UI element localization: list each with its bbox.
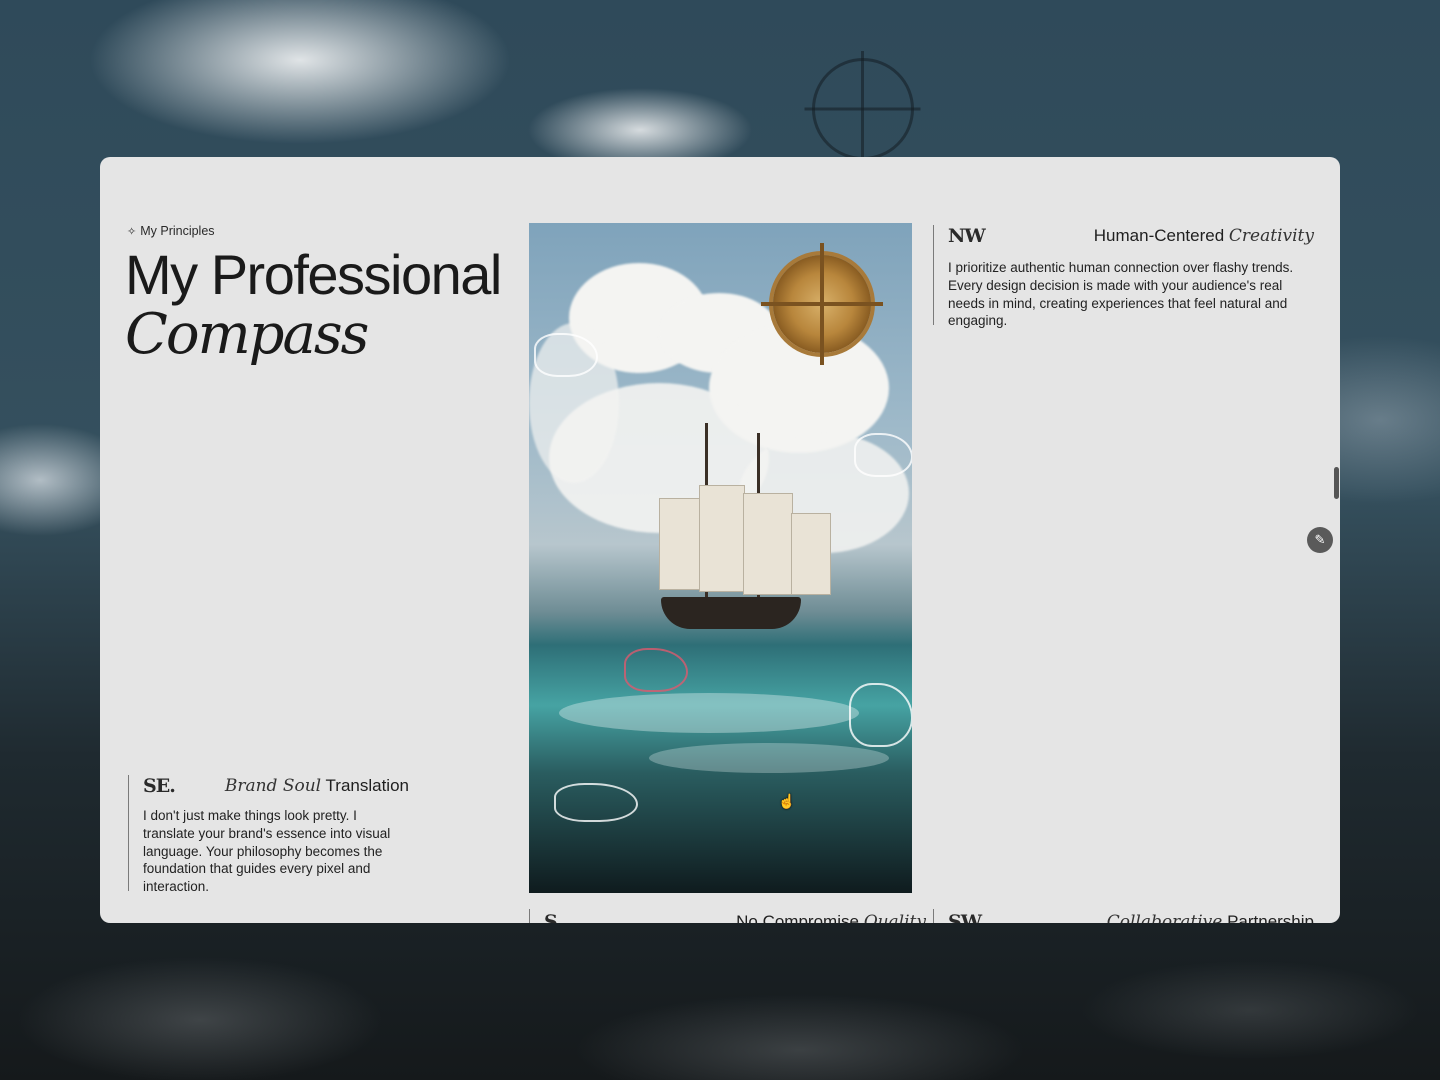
- principles-panel: ✧ My Principles My Professional Compass …: [100, 157, 1340, 923]
- card-title-rest: Partnership: [1227, 912, 1314, 923]
- card-body: I don't just make things look pretty. I …: [143, 808, 391, 895]
- page-title: My Professional Compass: [125, 243, 502, 367]
- card-code: S: [544, 911, 558, 923]
- section-eyebrow: ✧ My Principles: [127, 224, 215, 238]
- card-title: Brand Soul Translation: [225, 776, 409, 796]
- eyebrow-label: My Principles: [140, 224, 215, 238]
- pencil-icon: ✎: [1314, 532, 1326, 547]
- principle-card-s: S No Compromise Quality: [529, 909, 926, 923]
- background-compass-icon: [812, 51, 914, 167]
- card-title-italic: Collaborative: [1106, 912, 1223, 923]
- title-line-1: My Professional: [125, 243, 502, 306]
- card-code: NW: [948, 225, 986, 247]
- card-title-plain: Human-Centered: [1093, 226, 1225, 245]
- title-line-2: Compass: [125, 301, 369, 367]
- card-code: SE.: [143, 775, 176, 797]
- ship-sail: [659, 498, 701, 590]
- card-title-italic: Quality: [863, 912, 926, 923]
- graffiti-tag: [854, 433, 912, 477]
- graffiti-tag: [624, 648, 688, 692]
- card-code: SW: [948, 911, 982, 923]
- ship-hull: [661, 597, 801, 629]
- sparkle-icon: ✧: [127, 225, 137, 238]
- principle-card-sw: SW Collaborative Partnership: [933, 909, 1314, 923]
- graffiti-tag: [849, 683, 912, 747]
- card-title: Collaborative Partnership: [1107, 912, 1314, 923]
- graffiti-tag: [554, 783, 638, 822]
- ship-sail: [699, 485, 745, 592]
- sea-foam: [649, 743, 889, 773]
- card-title: No Compromise Quality: [736, 912, 926, 923]
- background-rocks: [0, 900, 1440, 1080]
- scrollbar-thumb[interactable]: [1334, 467, 1339, 499]
- card-body: I prioritize authentic human connection …: [948, 260, 1294, 329]
- card-title-italic: Creativity: [1228, 226, 1314, 246]
- ship-sail: [743, 493, 793, 595]
- card-title-plain: No Compromise: [736, 912, 859, 923]
- card-title-rest: Translation: [325, 776, 409, 795]
- principle-card-se: SE. Brand Soul Translation I don't just …: [128, 775, 409, 894]
- graffiti-tag: [534, 333, 598, 377]
- compass-artwork-image: [529, 223, 912, 893]
- edit-button[interactable]: ✎: [1307, 527, 1333, 553]
- hand-cursor-icon: ☝: [778, 793, 796, 809]
- ship-sail: [791, 513, 831, 595]
- card-title: Human-Centered Creativity: [1094, 226, 1314, 246]
- sea-foam: [559, 693, 859, 733]
- card-title-italic: Brand Soul: [224, 776, 322, 796]
- ship-wheel-compass-icon: [773, 243, 871, 365]
- principle-card-nw: NW Human-Centered Creativity I prioritiz…: [933, 225, 1314, 328]
